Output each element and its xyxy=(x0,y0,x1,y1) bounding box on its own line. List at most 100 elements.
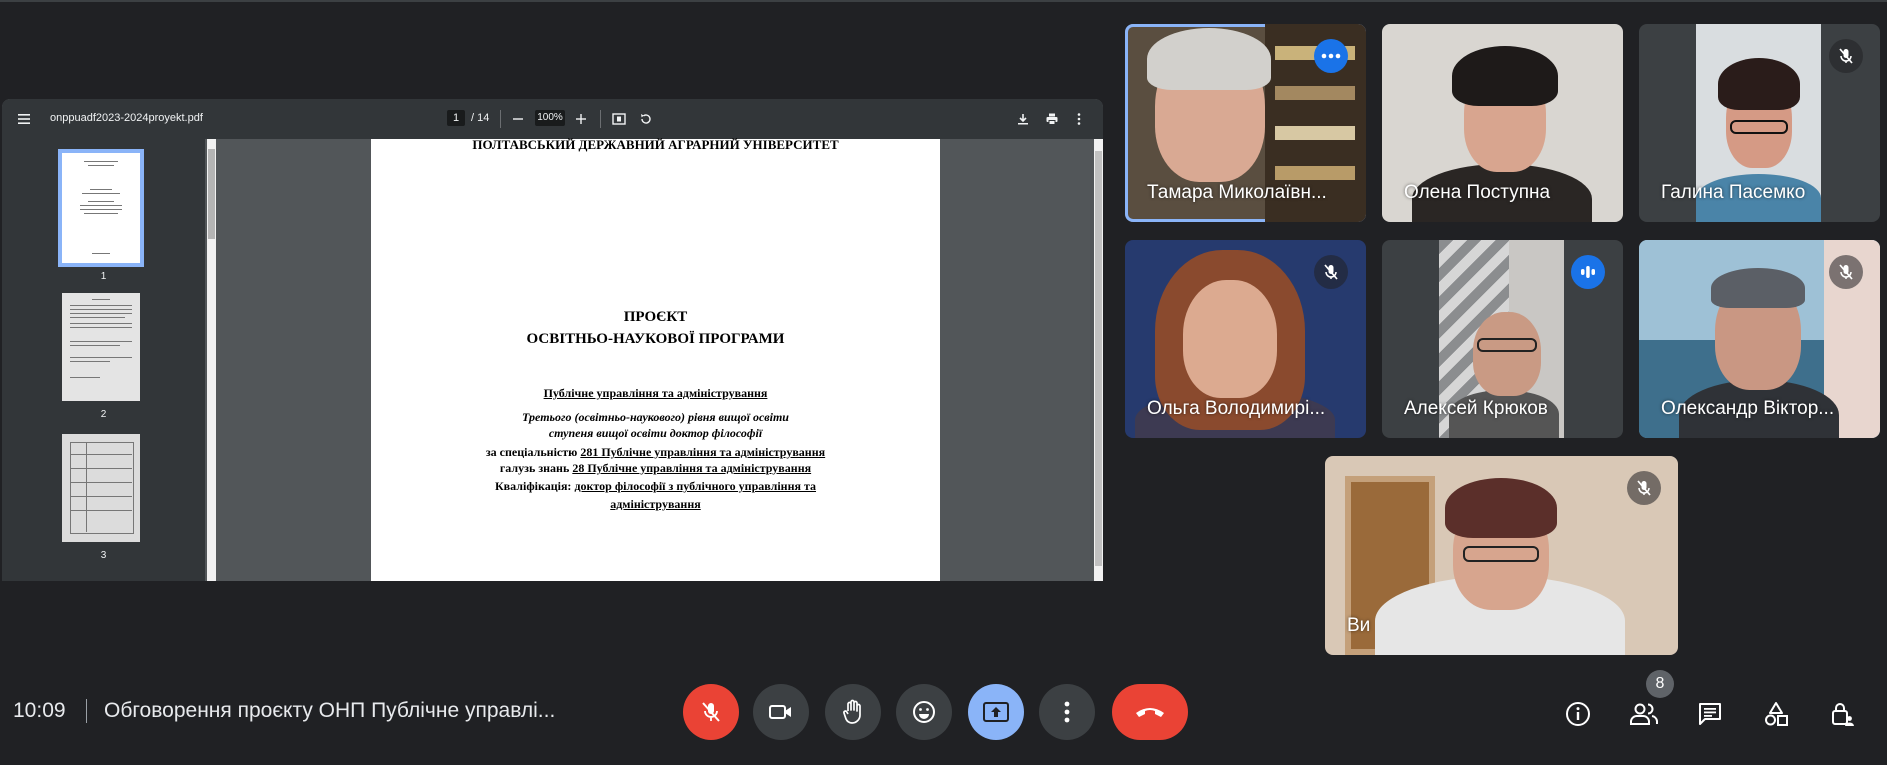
participant-tile[interactable]: Олена Поступна xyxy=(1382,24,1623,222)
zoom-out-button[interactable] xyxy=(508,109,528,129)
reactions-button[interactable] xyxy=(896,684,952,740)
participant-hair xyxy=(1711,268,1805,308)
participant-tile[interactable]: Алексей Крюков xyxy=(1382,240,1623,438)
rotate-button[interactable] xyxy=(636,109,656,129)
doc-subtitle: ОСВІТНЬО-НАУКОВОЇ ПРОГРАМИ xyxy=(526,331,785,347)
emoji-icon xyxy=(913,701,935,723)
print-icon xyxy=(1046,113,1058,125)
mic-off-icon xyxy=(1637,480,1651,496)
participant-hair xyxy=(1147,28,1271,90)
participant-tile[interactable]: Тамара Миколаївн... xyxy=(1125,24,1366,222)
leave-call-button[interactable] xyxy=(1112,684,1188,740)
thumbnail-label: 1 xyxy=(100,271,107,282)
muted-indicator xyxy=(1314,255,1348,289)
participant-face xyxy=(1183,280,1277,398)
more-options-button[interactable] xyxy=(1069,109,1089,129)
doc-qualification: Кваліфікація: доктор філософії з публічн… xyxy=(371,479,940,494)
raise-hand-button[interactable] xyxy=(825,684,881,740)
participant-tile[interactable]: Галина Пасемко xyxy=(1639,24,1880,222)
mic-off-icon xyxy=(1839,48,1853,64)
qualification-value: доктор філософії з публічного управління… xyxy=(574,479,817,493)
lock-person-icon xyxy=(1832,703,1854,726)
audio-level-icon xyxy=(1581,266,1595,278)
call-end-icon xyxy=(1136,708,1164,717)
more-options-button[interactable] xyxy=(1039,684,1095,740)
participant-hair xyxy=(1445,478,1557,538)
plus-icon xyxy=(576,114,586,124)
thumbnail-scrollbar[interactable] xyxy=(207,139,216,581)
doc-level: Третього (освітньо-наукового) рівня вищо… xyxy=(522,410,789,424)
thumbnail-page-2[interactable] xyxy=(62,293,140,401)
host-controls-button[interactable] xyxy=(1822,694,1862,734)
mic-off-icon xyxy=(1324,264,1338,280)
self-view-tile[interactable]: Ви xyxy=(1325,456,1678,655)
download-button[interactable] xyxy=(1013,109,1033,129)
participant-tile[interactable]: Олександр Віктор... xyxy=(1639,240,1880,438)
doc-degree: ступеня вищої освіти доктор філософії xyxy=(548,426,763,440)
participant-name: Галина Пасемко xyxy=(1661,182,1806,203)
mic-off-icon xyxy=(702,702,720,722)
fit-page-button[interactable] xyxy=(609,109,629,129)
camera-toggle-button[interactable] xyxy=(753,684,809,740)
minus-icon xyxy=(513,118,523,120)
people-count-badge: 8 xyxy=(1646,670,1674,698)
more-horiz-icon xyxy=(1321,53,1341,59)
page-total: / 14 xyxy=(471,112,490,124)
doc-field: галузь знань 28 Публічне управління та а… xyxy=(371,461,940,476)
page-number-input[interactable]: 1 xyxy=(447,110,465,126)
field-prefix: галузь знань xyxy=(499,461,573,475)
rotate-icon xyxy=(641,114,651,124)
participant-tile[interactable]: Ольга Володимирі... xyxy=(1125,240,1366,438)
doc-specialty: за спеціальністю 281 Публічне управління… xyxy=(371,445,940,460)
toolbar-divider xyxy=(600,110,601,128)
more-vert-icon xyxy=(1077,113,1081,125)
self-name: Ви xyxy=(1347,615,1371,636)
more-vert-icon xyxy=(1064,701,1070,723)
zoom-level-input[interactable]: 100% xyxy=(535,110,565,126)
pdf-filename: onppuadf2023-2024proyekt.pdf xyxy=(50,112,203,124)
specialty-value: 281 Публічне управління та адмініструван… xyxy=(580,445,826,459)
participant-hair xyxy=(1452,46,1558,106)
doc-title: ПРОЄКТ xyxy=(623,309,688,325)
zoom-in-button[interactable] xyxy=(571,109,591,129)
participant-name: Олена Поступна xyxy=(1404,182,1551,203)
muted-indicator xyxy=(1829,39,1863,73)
doc-qualification-cont: адміністрування xyxy=(610,497,701,511)
meeting-time: 10:09 xyxy=(13,699,66,722)
qualification-prefix: Кваліфікація: xyxy=(494,479,575,493)
people-button[interactable] xyxy=(1624,694,1664,734)
doc-university: ПОЛТАВСЬКИЙ ДЕРЖАВНИЙ АГРАРНИЙ УНІВЕРСИТ… xyxy=(472,137,839,152)
microphone-toggle-button[interactable] xyxy=(683,684,739,740)
toolbar-divider xyxy=(500,110,501,128)
chat-icon xyxy=(1699,703,1721,725)
present-to-all-icon xyxy=(983,702,1009,722)
present-screen-button[interactable] xyxy=(968,684,1024,740)
chat-button[interactable] xyxy=(1690,694,1730,734)
participant-name: Ольга Володимирі... xyxy=(1147,398,1326,419)
thumbnail-sidebar: 1 2 3 xyxy=(2,139,205,581)
thumbnail-label: 2 xyxy=(100,409,107,420)
menu-icon[interactable] xyxy=(16,111,32,127)
top-divider xyxy=(0,0,1887,2)
participant-options-button[interactable] xyxy=(1314,39,1348,73)
people-icon xyxy=(1630,703,1658,725)
participant-name: Тамара Миколаївн... xyxy=(1147,182,1327,203)
meeting-details-button[interactable] xyxy=(1558,694,1598,734)
participant-name: Олександр Віктор... xyxy=(1661,398,1835,419)
thumbnail-page-3[interactable] xyxy=(62,434,140,542)
fit-page-icon xyxy=(612,113,626,125)
meeting-title: Обговорення проєкту ОНП Публічне управлі… xyxy=(104,699,556,722)
presentation-pdf-viewer: onppuadf2023-2024proyekt.pdf 1 / 14 100% xyxy=(2,99,1103,581)
participant-name: Алексей Крюков xyxy=(1404,398,1548,419)
thumbnail-page-1[interactable] xyxy=(58,149,144,267)
document-scrollbar[interactable] xyxy=(1094,139,1103,581)
speaking-indicator xyxy=(1571,255,1605,289)
hand-icon xyxy=(843,699,861,724)
document-page: ПОЛТАВСЬКИЙ ДЕРЖАВНИЙ АГРАРНИЙ УНІВЕРСИТ… xyxy=(371,137,940,581)
videocam-icon xyxy=(769,705,791,719)
field-value: 28 Публічне управління та адмініструванн… xyxy=(572,461,812,475)
activities-button[interactable] xyxy=(1756,694,1796,734)
mic-off-icon xyxy=(1839,264,1853,280)
participant-glasses xyxy=(1463,546,1539,562)
print-button[interactable] xyxy=(1042,109,1062,129)
